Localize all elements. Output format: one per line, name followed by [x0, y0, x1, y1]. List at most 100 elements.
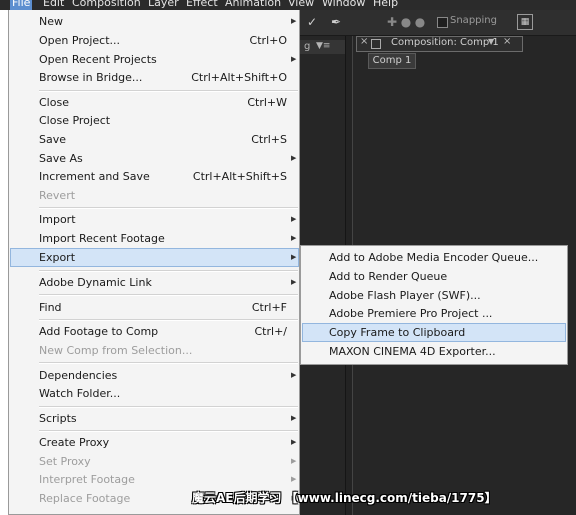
submenu-arrow-icon: ▶ — [291, 438, 297, 446]
submenu-item-flash-player-swf[interactable]: Adobe Flash Player (SWF)... — [302, 286, 566, 305]
menu-item-increment-and-save[interactable]: Increment and Save Ctrl+Alt+Shift+S — [10, 167, 299, 186]
lock-icon[interactable] — [371, 39, 381, 49]
snapping-label: Snapping — [450, 15, 497, 26]
menu-separator — [39, 90, 298, 92]
submenu-arrow-icon: ▶ — [291, 154, 297, 162]
submenu-arrow-icon: ▶ — [291, 215, 297, 223]
composition-tab[interactable]: × Composition: Comp 1 ▼ × — [356, 36, 523, 52]
menu-window[interactable]: Window — [320, 0, 367, 10]
record-icon[interactable]: ● — [399, 15, 413, 29]
menu-animation[interactable]: Animation — [223, 0, 283, 10]
export-submenu: Add to Adobe Media Encoder Queue... Add … — [300, 245, 568, 365]
menu-layer[interactable]: Layer — [146, 0, 181, 10]
menu-item-label: Add Footage to Comp — [39, 325, 159, 338]
record-icon[interactable]: ● — [413, 15, 427, 29]
menu-item-watch-folder[interactable]: Watch Folder... — [10, 384, 299, 403]
menu-item-label: Replace Footage — [39, 492, 131, 505]
menu-item-save-as[interactable]: Save As ▶ — [10, 149, 299, 168]
submenu-item-cinema-4d-exporter[interactable]: MAXON CINEMA 4D Exporter... — [302, 342, 566, 361]
menu-separator — [39, 406, 298, 408]
menu-separator — [39, 207, 298, 209]
submenu-arrow-icon: ▶ — [291, 414, 297, 422]
menu-item-close[interactable]: Close Ctrl+W — [10, 93, 299, 112]
menu-item-shortcut: Ctrl+/ — [254, 325, 288, 338]
menu-item-label: Dependencies — [39, 369, 118, 382]
submenu-item-label: Copy Frame to Clipboard — [329, 326, 466, 339]
menu-item-label: Scripts — [39, 412, 77, 425]
menu-item-close-project[interactable]: Close Project — [10, 111, 299, 130]
menu-item-label: Set Proxy — [39, 455, 91, 468]
submenu-arrow-icon: ▶ — [291, 475, 297, 483]
menu-separator — [39, 319, 298, 321]
menu-item-label: Close Project — [39, 114, 111, 127]
comp-subtab[interactable]: Comp 1 — [368, 53, 416, 69]
select-tool-icon[interactable]: ✓ — [305, 15, 319, 29]
menu-item-open-project[interactable]: Open Project... Ctrl+O — [10, 31, 299, 50]
menu-item-set-proxy: Set Proxy ▶ — [10, 452, 299, 471]
submenu-item-add-to-media-encoder-queue[interactable]: Add to Adobe Media Encoder Queue... — [302, 248, 566, 267]
menu-item-save[interactable]: Save Ctrl+S — [10, 130, 299, 149]
snapping-checkbox[interactable] — [437, 17, 448, 28]
menu-item-shortcut: Ctrl+F — [251, 301, 287, 314]
menu-item-label: Browse in Bridge... — [39, 71, 143, 84]
submenu-arrow-icon: ▶ — [291, 371, 297, 379]
submenu-item-label: Adobe Flash Player (SWF)... — [329, 289, 481, 302]
menu-item-label: Save — [39, 133, 67, 146]
menu-item-import[interactable]: Import ▶ — [10, 210, 299, 229]
menu-item-new-comp-from-selection: New Comp from Selection... — [10, 341, 299, 360]
menu-item-scripts[interactable]: Scripts ▶ — [10, 409, 299, 428]
menu-effect[interactable]: Effect — [184, 0, 220, 10]
menu-item-shortcut: Ctrl+Alt+Shift+S — [192, 170, 287, 183]
menu-item-add-footage-to-comp[interactable]: Add Footage to Comp Ctrl+/ — [10, 322, 299, 341]
submenu-item-premiere-pro-project[interactable]: Adobe Premiere Pro Project ... — [302, 304, 566, 323]
axis-icon[interactable]: ✚ — [385, 15, 399, 29]
menu-item-import-recent-footage[interactable]: Import Recent Footage ▶ — [10, 229, 299, 248]
panel-menu-icon[interactable]: ▼≡ — [316, 41, 330, 51]
submenu-item-copy-frame-to-clipboard[interactable]: Copy Frame to Clipboard — [302, 323, 566, 342]
menu-item-interpret-footage: Interpret Footage ▶ — [10, 470, 299, 489]
menu-item-label: Find — [39, 301, 62, 314]
chevron-down-icon[interactable]: ▼ — [488, 37, 494, 46]
menu-item-browse-in-bridge[interactable]: Browse in Bridge... Ctrl+Alt+Shift+O — [10, 68, 299, 87]
submenu-arrow-icon: ▶ — [291, 457, 297, 465]
menu-item-label: New — [39, 15, 63, 28]
menu-separator — [39, 294, 298, 296]
menu-file[interactable]: File — [10, 0, 33, 10]
menu-separator — [39, 430, 298, 432]
menu-item-export[interactable]: Export ▶ — [10, 248, 299, 267]
menu-item-create-proxy[interactable]: Create Proxy ▶ — [10, 433, 299, 452]
menu-item-label: Watch Folder... — [39, 387, 121, 400]
submenu-item-label: Adobe Premiere Pro Project ... — [329, 307, 493, 320]
menu-item-dependencies[interactable]: Dependencies ▶ — [10, 366, 299, 385]
menu-help[interactable]: Help — [371, 0, 400, 10]
menu-item-open-recent-projects[interactable]: Open Recent Projects ▶ — [10, 50, 299, 69]
submenu-item-label: Add to Render Queue — [329, 270, 448, 283]
menu-item-label: Create Proxy — [39, 436, 110, 449]
menu-item-label: Open Project... — [39, 34, 121, 47]
menu-item-label: Save As — [39, 152, 83, 165]
submenu-arrow-icon: ▶ — [291, 253, 297, 261]
menu-item-label: Increment and Save — [39, 170, 150, 183]
menu-item-label: Export — [39, 251, 76, 264]
pen-tool-icon[interactable]: ✒ — [329, 15, 343, 29]
menu-item-revert: Revert — [10, 186, 299, 205]
menu-composition[interactable]: Composition — [70, 0, 143, 10]
snap-option-icon[interactable]: ▦ — [517, 14, 533, 30]
menu-item-new[interactable]: New ▶ — [10, 12, 299, 31]
menu-view[interactable]: View — [286, 0, 316, 10]
submenu-arrow-icon: ▶ — [291, 234, 297, 242]
close-icon[interactable]: × — [360, 36, 368, 47]
menu-item-adobe-dynamic-link[interactable]: Adobe Dynamic Link ▶ — [10, 273, 299, 292]
menu-item-shortcut: Ctrl+W — [247, 96, 287, 109]
menu-item-label: Import — [39, 213, 76, 226]
submenu-item-add-to-render-queue[interactable]: Add to Render Queue — [302, 267, 566, 286]
menu-item-label: Import Recent Footage — [39, 232, 165, 245]
menu-item-label: Interpret Footage — [39, 473, 135, 486]
menu-item-label: Revert — [39, 189, 76, 202]
menu-item-shortcut: Ctrl+Alt+Shift+O — [191, 71, 287, 84]
close-icon[interactable]: × — [503, 36, 511, 47]
menu-item-find[interactable]: Find Ctrl+F — [10, 298, 299, 317]
menubar: File Edit Composition Layer Effect Anima… — [0, 0, 576, 10]
menu-edit[interactable]: Edit — [41, 0, 66, 10]
menu-item-label: New Comp from Selection... — [39, 344, 193, 357]
